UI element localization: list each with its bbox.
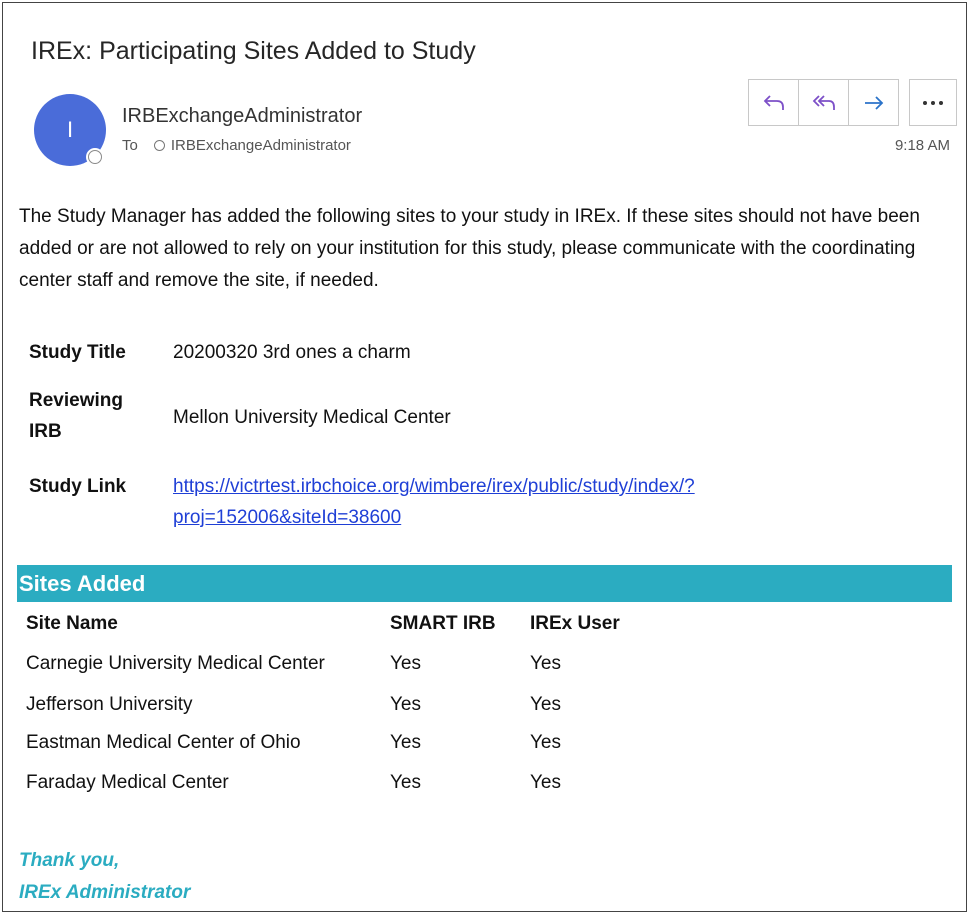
study-link-line2[interactable]: proj=152006&siteId=38600 (173, 502, 695, 533)
presence-status-icon (86, 148, 104, 166)
signature-thanks: Thank you, (19, 850, 120, 871)
reply-icon (763, 94, 784, 110)
column-smart-irb: SMART IRB (390, 613, 496, 634)
recipient-name[interactable]: IRBExchangeAdministrator (171, 137, 351, 154)
sites-added-heading: Sites Added (17, 565, 952, 602)
irex-user-cell: Yes (530, 653, 561, 674)
irex-user-cell: Yes (530, 694, 561, 715)
site-name-cell: Eastman Medical Center of Ohio (26, 732, 301, 753)
study-link-label: Study Link (29, 476, 127, 497)
to-label: To (122, 137, 138, 154)
study-title-label: Study Title (29, 342, 126, 363)
irex-user-cell: Yes (530, 732, 561, 753)
more-options-button[interactable] (909, 79, 957, 126)
study-title-value: 20200320 3rd ones a charm (173, 342, 411, 363)
smart-irb-cell: Yes (390, 653, 421, 674)
column-irex-user: IREx User (530, 613, 620, 634)
smart-irb-cell: Yes (390, 772, 421, 793)
irex-user-cell: Yes (530, 772, 561, 793)
site-name-cell: Jefferson University (26, 694, 193, 715)
column-site-name: Site Name (26, 613, 118, 634)
forward-button[interactable] (849, 80, 898, 125)
email-body-paragraph: The Study Manager has added the followin… (19, 206, 920, 291)
email-reading-pane: IREx: Participating Sites Added to Study… (2, 2, 967, 912)
study-link[interactable]: https://victrtest.irbchoice.org/wimbere/… (173, 471, 695, 533)
recipient-presence-icon (153, 140, 165, 151)
message-actions (748, 79, 899, 126)
email-subject: IREx: Participating Sites Added to Study (31, 37, 476, 65)
site-name-cell: Faraday Medical Center (26, 772, 229, 793)
received-time: 9:18 AM (894, 137, 950, 154)
avatar-initial: I (66, 117, 74, 142)
signature: Thank you, IREx Administrator (19, 845, 190, 909)
reviewing-irb-label: Reviewing IRB (29, 390, 123, 442)
more-options-icon (923, 100, 943, 105)
study-link-line1[interactable]: https://victrtest.irbchoice.org/wimbere/… (173, 471, 695, 502)
signature-name: IREx Administrator (19, 882, 191, 903)
forward-icon (864, 95, 883, 110)
smart-irb-cell: Yes (390, 732, 421, 753)
site-name-cell: Carnegie University Medical Center (26, 653, 325, 674)
reply-all-button[interactable] (799, 80, 849, 125)
recipient-line: To IRBExchangeAdministrator (122, 137, 351, 154)
reviewing-irb-value: Mellon University Medical Center (173, 407, 451, 428)
reply-button[interactable] (749, 80, 799, 125)
sender-name[interactable]: IRBExchangeAdministrator (122, 105, 362, 128)
reply-all-icon (812, 94, 835, 110)
smart-irb-cell: Yes (390, 694, 421, 715)
